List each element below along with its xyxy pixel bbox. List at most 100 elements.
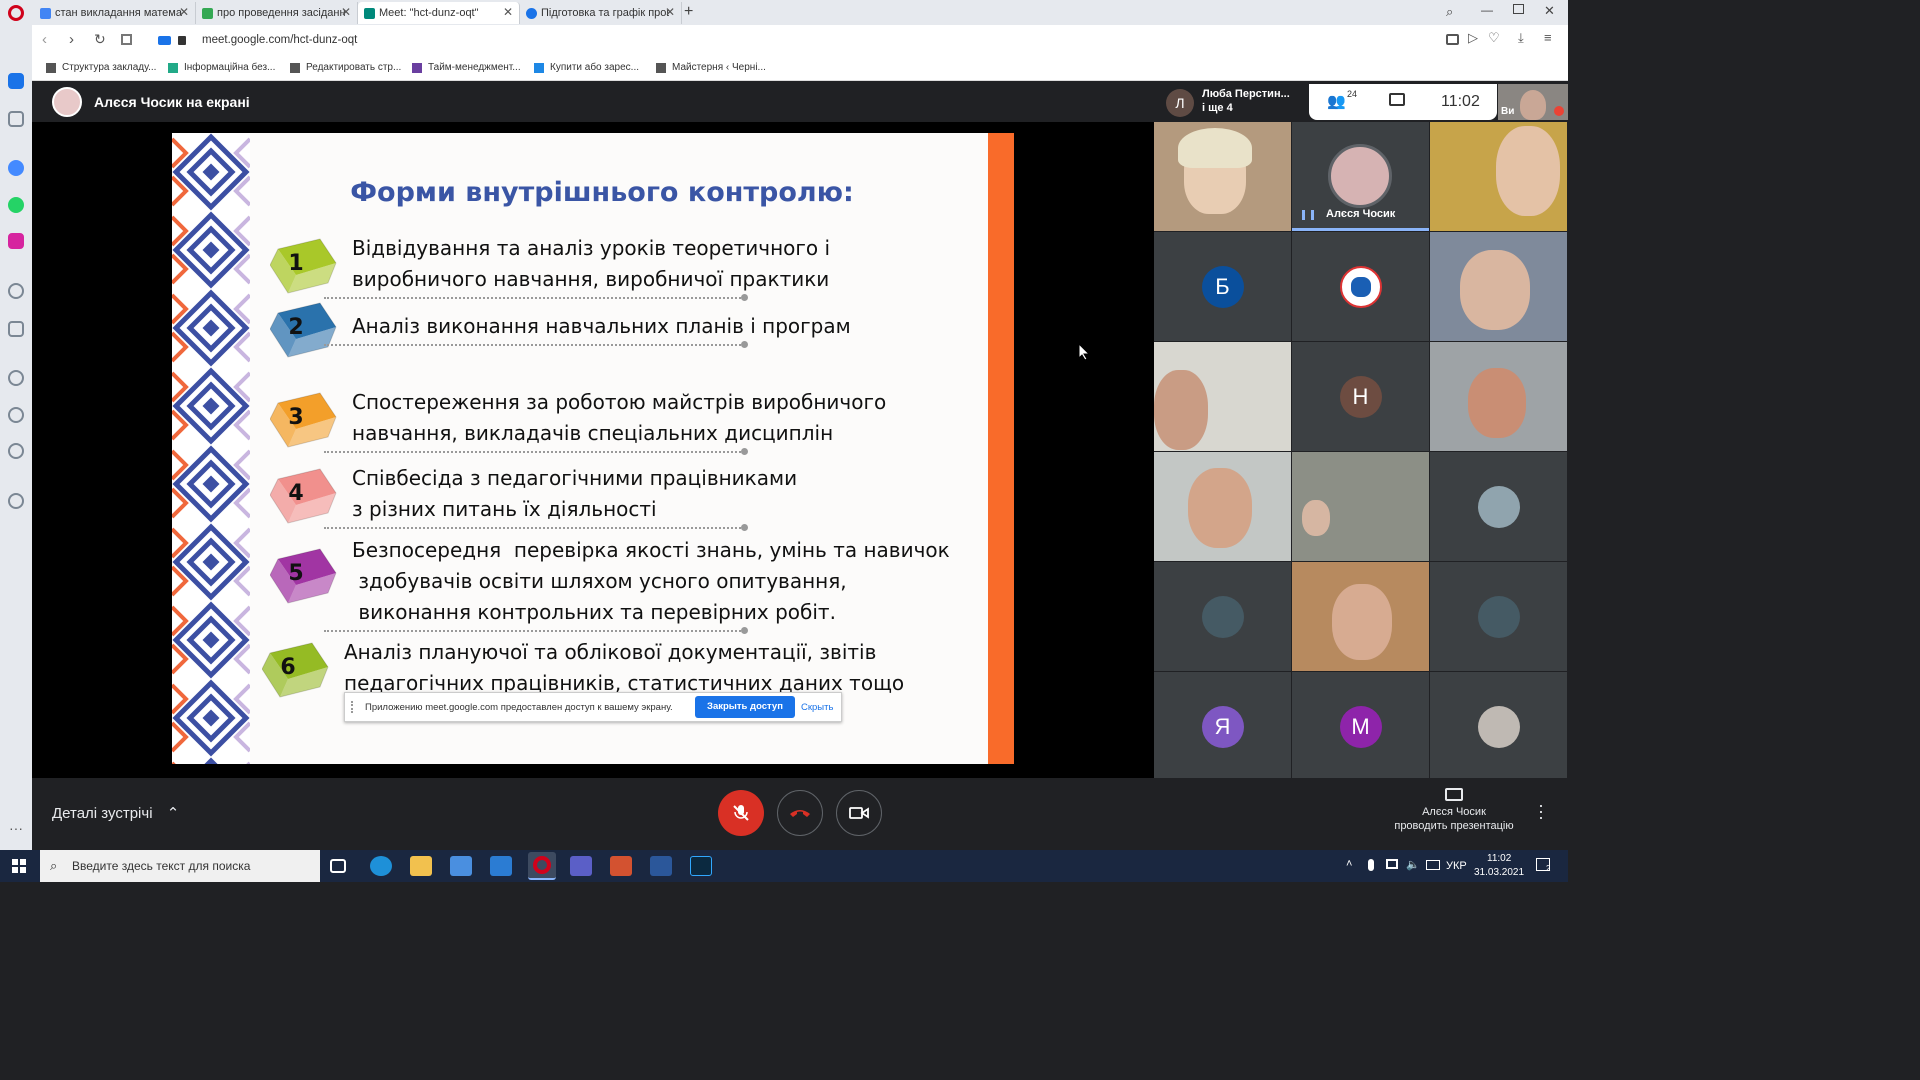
bookmark-4[interactable]: Тайм-менеджмент... [412,62,521,73]
self-view-tile[interactable]: Ви [1498,84,1568,120]
send-icon[interactable] [8,321,24,337]
avatar: Б [1201,265,1244,308]
hide-button[interactable]: Скрыть [801,702,833,713]
forward-icon[interactable]: › [69,31,74,48]
tab-meet[interactable]: Meet: "hct-dunz-oqt" ✕ [358,2,520,24]
home-icon[interactable] [8,73,24,89]
participant-tile[interactable] [1430,342,1567,451]
drag-handle-icon[interactable] [351,701,355,713]
bookmark-2[interactable]: Інформаційна без... [168,62,275,73]
more-icon[interactable]: ··· [9,820,23,836]
download-icon[interactable]: ⤓ [1518,30,1524,46]
iq-icon [534,62,544,73]
clock-time[interactable]: 11:02 [1487,853,1511,864]
network-icon[interactable] [1386,859,1398,869]
dotted-divider [324,294,748,301]
people-icon[interactable]: 👥 [1327,92,1346,110]
participant-tile[interactable] [1430,672,1567,781]
close-window-icon[interactable]: ✕ [1544,3,1555,19]
mic-off-button[interactable] [718,790,764,836]
chat-icon[interactable] [1389,93,1405,106]
close-icon[interactable]: ✕ [179,5,189,19]
whatsapp-icon[interactable] [8,197,24,213]
easy-setup-icon[interactable]: ≡ [1544,30,1552,45]
back-icon[interactable]: ‹ [42,31,47,48]
tab-1[interactable]: стан викладання математ ✕ [34,2,196,24]
maximize-icon[interactable] [1513,4,1524,14]
history-icon[interactable] [8,407,24,423]
tab-2[interactable]: про проведення засідання ✕ [196,2,358,24]
opera-logo-icon[interactable] [8,5,24,21]
close-icon[interactable]: ✕ [341,5,351,19]
participant-tile[interactable]: Н [1292,342,1429,451]
powerpoint-icon[interactable] [610,856,632,876]
messenger-icon[interactable] [8,160,24,176]
participant-tile[interactable] [1154,342,1291,451]
browser-sidebar: ··· [0,25,32,850]
lock-icon [178,36,186,45]
participant-tile[interactable] [1292,562,1429,671]
tips-icon[interactable] [8,493,24,509]
player-icon[interactable] [8,283,24,299]
participant-tile-speaker[interactable]: Алєся Чосик [1292,122,1429,231]
reload-icon[interactable]: ↻ [94,31,106,48]
bookmark-1[interactable]: Структура закладу... [46,62,156,73]
mail-icon[interactable] [490,856,512,876]
doc-icon [202,7,213,19]
minimize-icon[interactable]: — [1481,3,1493,17]
participants-summary[interactable]: Л Люба Перстин... і ще 4 [1166,86,1306,120]
presenting-indicator[interactable]: Алєся Чосик проводить презентацію [1392,788,1516,833]
participant-tile[interactable] [1154,122,1291,231]
participant-tile[interactable] [1430,122,1567,231]
participant-tile[interactable]: Б [1154,232,1291,341]
mic-off-icon [733,805,749,821]
avatar: Я [1201,705,1244,748]
bookmark-3[interactable]: Редактировать стр... [290,62,401,73]
send-tab-icon[interactable]: ▷ [1468,30,1478,46]
participant-tile[interactable]: Я [1154,672,1291,781]
url-field[interactable]: meet.google.com/hct-dunz-oqt [202,34,357,46]
hang-up-button[interactable] [777,790,823,836]
word-icon[interactable] [650,856,672,876]
teams-icon[interactable] [570,856,592,876]
participant-tile[interactable] [1430,452,1567,561]
language-indicator[interactable]: УКР [1446,860,1467,872]
participant-tile[interactable] [1430,562,1567,671]
volume-icon[interactable]: 🔈 [1406,858,1420,871]
avatar: Н [1339,375,1382,418]
instagram-icon[interactable] [8,233,24,249]
task-view-icon[interactable] [330,859,346,873]
camera-button[interactable] [836,790,882,836]
bookmark-6[interactable]: Майстерня ‹ Черні... [656,62,766,73]
search-tabs-icon[interactable]: ⌕ [1446,4,1453,20]
favorite-icon[interactable]: ♡ [1488,30,1500,46]
edge-icon[interactable] [370,856,392,876]
file-explorer-icon[interactable] [410,856,432,876]
stop-sharing-button[interactable]: Закрыть доступ [695,696,795,718]
settings-icon[interactable] [8,443,24,459]
snapshot-icon[interactable] [1446,34,1459,45]
clock-date[interactable]: 31.03.2021 [1474,867,1524,878]
speed-dial-icon[interactable] [8,111,24,127]
participant-tile[interactable] [1292,452,1429,561]
close-icon[interactable]: ✕ [503,5,513,19]
opera-taskbar-icon[interactable] [528,852,556,880]
windows-start-icon[interactable] [12,859,26,873]
close-icon[interactable]: ✕ [665,5,675,19]
participant-tile[interactable]: М [1292,672,1429,781]
participant-tile[interactable] [1154,562,1291,671]
bookmark-5[interactable]: Купити або зарес... [534,62,639,73]
store-icon[interactable] [450,856,472,876]
tabs-grid-icon[interactable] [121,34,132,45]
participant-tile[interactable] [1430,232,1567,341]
participant-tile[interactable] [1154,452,1291,561]
participant-tile[interactable] [1292,232,1429,341]
meeting-details-button[interactable]: Деталі зустрічі ⌃ [52,804,179,822]
photoshop-icon[interactable] [690,856,712,876]
new-tab-icon[interactable]: + [684,3,693,21]
more-options-icon[interactable]: · · · [1538,796,1544,826]
heart-icon[interactable] [8,370,24,386]
tab-4[interactable]: Підготовка та графік прове ✕ [520,2,682,24]
tray-chevron-icon[interactable]: ˄ [1346,858,1352,870]
taskbar-search-box[interactable]: ⌕ Введите здесь текст для поиска [40,850,320,882]
